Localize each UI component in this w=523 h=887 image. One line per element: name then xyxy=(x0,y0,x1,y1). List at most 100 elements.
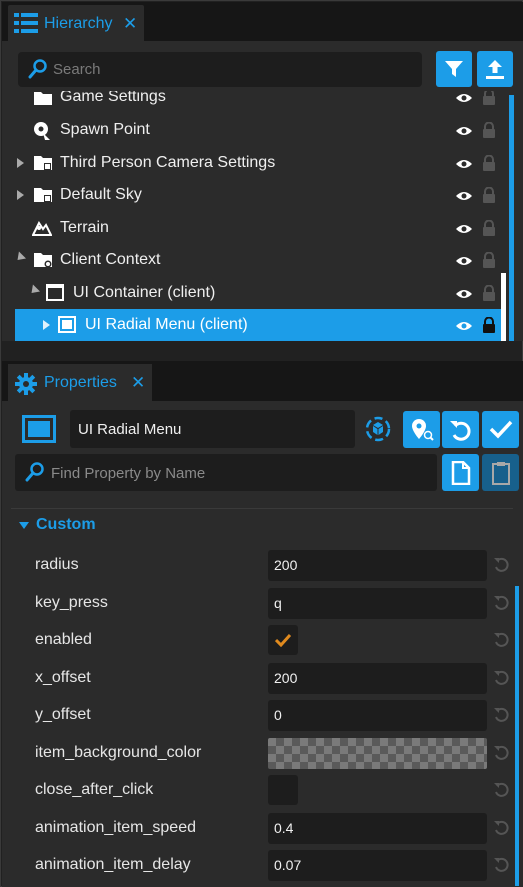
tree-item-default-sky[interactable]: Default Sky xyxy=(2,179,512,211)
confirm-button[interactable] xyxy=(482,411,519,448)
property-value: 200 xyxy=(274,557,298,573)
collapse-arrow-icon[interactable] xyxy=(27,284,41,297)
tree-item-label: UI Radial Menu (client) xyxy=(85,316,248,333)
close-after-click-checkbox[interactable] xyxy=(268,775,298,805)
reset-icon[interactable] xyxy=(493,556,509,577)
filter-button[interactable] xyxy=(436,51,472,87)
reset-icon[interactable] xyxy=(493,594,509,615)
reset-icon[interactable] xyxy=(493,744,509,765)
property-row-y-offset: y_offset 0 xyxy=(1,697,511,733)
tree-item-ui-container[interactable]: UI Container (client) xyxy=(2,277,512,309)
reset-icon[interactable] xyxy=(493,669,509,690)
networked-icon[interactable] xyxy=(364,415,392,443)
search-icon xyxy=(28,59,48,79)
tree-item-third-person-camera-settings[interactable]: Third Person Camera Settings xyxy=(2,147,512,179)
section-divider xyxy=(11,508,513,509)
reset-icon[interactable] xyxy=(493,781,509,802)
property-row-x-offset: x_offset 200 xyxy=(1,660,511,696)
tree-item-client-context[interactable]: Client Context xyxy=(2,244,512,276)
lock-icon[interactable] xyxy=(482,284,496,306)
object-name-field[interactable]: UI Radial Menu xyxy=(70,410,355,448)
close-icon[interactable]: ✕ xyxy=(131,373,145,393)
property-row-close-after-click: close_after_click xyxy=(1,772,511,808)
tree-item-label: Spawn Point xyxy=(60,121,150,138)
copy-button[interactable] xyxy=(442,454,479,491)
property-name: close_after_click xyxy=(35,781,154,798)
tree-item-ui-radial-menu[interactable]: UI Radial Menu (client) xyxy=(15,309,503,341)
tree-item-spawn-point[interactable]: Spawn Point xyxy=(2,114,512,146)
spawn-point-icon xyxy=(32,121,52,141)
visibility-eye-icon[interactable] xyxy=(455,124,473,142)
ui-container-icon xyxy=(46,284,64,301)
locate-button[interactable] xyxy=(403,411,440,448)
reset-icon[interactable] xyxy=(493,631,509,652)
reset-icon[interactable] xyxy=(493,819,509,840)
property-value-input[interactable]: 0 xyxy=(268,700,487,731)
folder-icon xyxy=(33,154,53,172)
visibility-eye-icon[interactable] xyxy=(455,91,473,109)
property-value-input[interactable]: 200 xyxy=(268,663,487,694)
find-property-input[interactable]: Find Property by Name xyxy=(15,454,437,491)
property-name: animation_item_delay xyxy=(35,856,191,873)
lock-icon[interactable] xyxy=(482,91,496,110)
property-value: 0 xyxy=(274,707,282,723)
expand-arrow-icon[interactable] xyxy=(17,190,24,200)
close-icon[interactable]: ✕ xyxy=(123,14,137,34)
reset-icon[interactable] xyxy=(493,706,509,727)
expand-arrow-icon[interactable] xyxy=(43,320,50,330)
search-icon xyxy=(25,462,45,482)
collapse-arrow-icon[interactable] xyxy=(13,251,27,264)
checkmark-icon xyxy=(275,633,291,647)
visibility-eye-icon[interactable] xyxy=(455,319,473,337)
upload-icon xyxy=(485,58,505,80)
property-row-animation-item-delay: animation_item_delay 0.07 xyxy=(1,847,511,883)
lock-icon[interactable] xyxy=(482,186,496,208)
hierarchy-tree: Game Settings Spawn Point Third Person C… xyxy=(2,91,512,341)
tab-hierarchy[interactable]: Hierarchy ✕ xyxy=(8,5,144,42)
hierarchy-scrollbar[interactable] xyxy=(509,95,514,341)
property-name: y_offset xyxy=(35,706,91,723)
property-value-input[interactable]: q xyxy=(268,588,487,619)
hierarchy-tab-title: Hierarchy xyxy=(44,15,113,32)
tree-item-game-settings[interactable]: Game Settings xyxy=(2,91,512,113)
clipboard-icon xyxy=(491,461,511,485)
undo-icon xyxy=(449,418,473,442)
property-value: q xyxy=(274,595,282,611)
lock-icon[interactable] xyxy=(482,154,496,176)
reset-button[interactable] xyxy=(442,411,479,448)
hierarchy-search-input[interactable]: Search xyxy=(18,52,422,87)
lock-icon[interactable] xyxy=(482,316,496,338)
enabled-checkbox[interactable] xyxy=(268,625,298,655)
visibility-eye-icon[interactable] xyxy=(455,287,473,305)
color-swatch[interactable] xyxy=(268,738,487,769)
tree-item-label: Terrain xyxy=(60,219,109,236)
property-value-input[interactable]: 0.07 xyxy=(268,850,487,881)
paste-button[interactable] xyxy=(482,454,519,491)
visibility-eye-icon[interactable] xyxy=(455,157,473,175)
tab-properties[interactable]: Properties ✕ xyxy=(8,364,152,401)
context-folder-icon xyxy=(33,251,53,269)
property-value-input[interactable]: 200 xyxy=(268,550,487,581)
hierarchy-tabbar: Hierarchy ✕ xyxy=(2,2,523,42)
properties-scrollbar[interactable] xyxy=(515,586,519,886)
tree-item-label: Client Context xyxy=(60,251,161,268)
collapse-arrow-icon[interactable] xyxy=(19,522,29,529)
filter-icon xyxy=(444,59,464,79)
expand-arrow-icon[interactable] xyxy=(17,158,24,168)
upload-button[interactable] xyxy=(477,51,513,87)
visibility-eye-icon[interactable] xyxy=(455,254,473,272)
property-value-input[interactable]: 0.4 xyxy=(268,813,487,844)
ui-panel-icon xyxy=(58,316,76,333)
lock-icon[interactable] xyxy=(482,121,496,143)
lock-icon[interactable] xyxy=(482,219,496,241)
lock-icon[interactable] xyxy=(482,251,496,273)
reset-icon[interactable] xyxy=(493,856,509,877)
visibility-eye-icon[interactable] xyxy=(455,222,473,240)
properties-tab-title: Properties xyxy=(44,374,117,391)
editor-window: Hierarchy ✕ Search Game Settings Spawn P… xyxy=(0,0,523,887)
visibility-eye-icon[interactable] xyxy=(455,189,473,207)
tree-item-terrain[interactable]: Terrain xyxy=(2,212,512,244)
tree-item-label: Game Settings xyxy=(60,91,166,105)
property-row-enabled: enabled xyxy=(1,622,511,658)
find-placeholder: Find Property by Name xyxy=(51,465,206,482)
